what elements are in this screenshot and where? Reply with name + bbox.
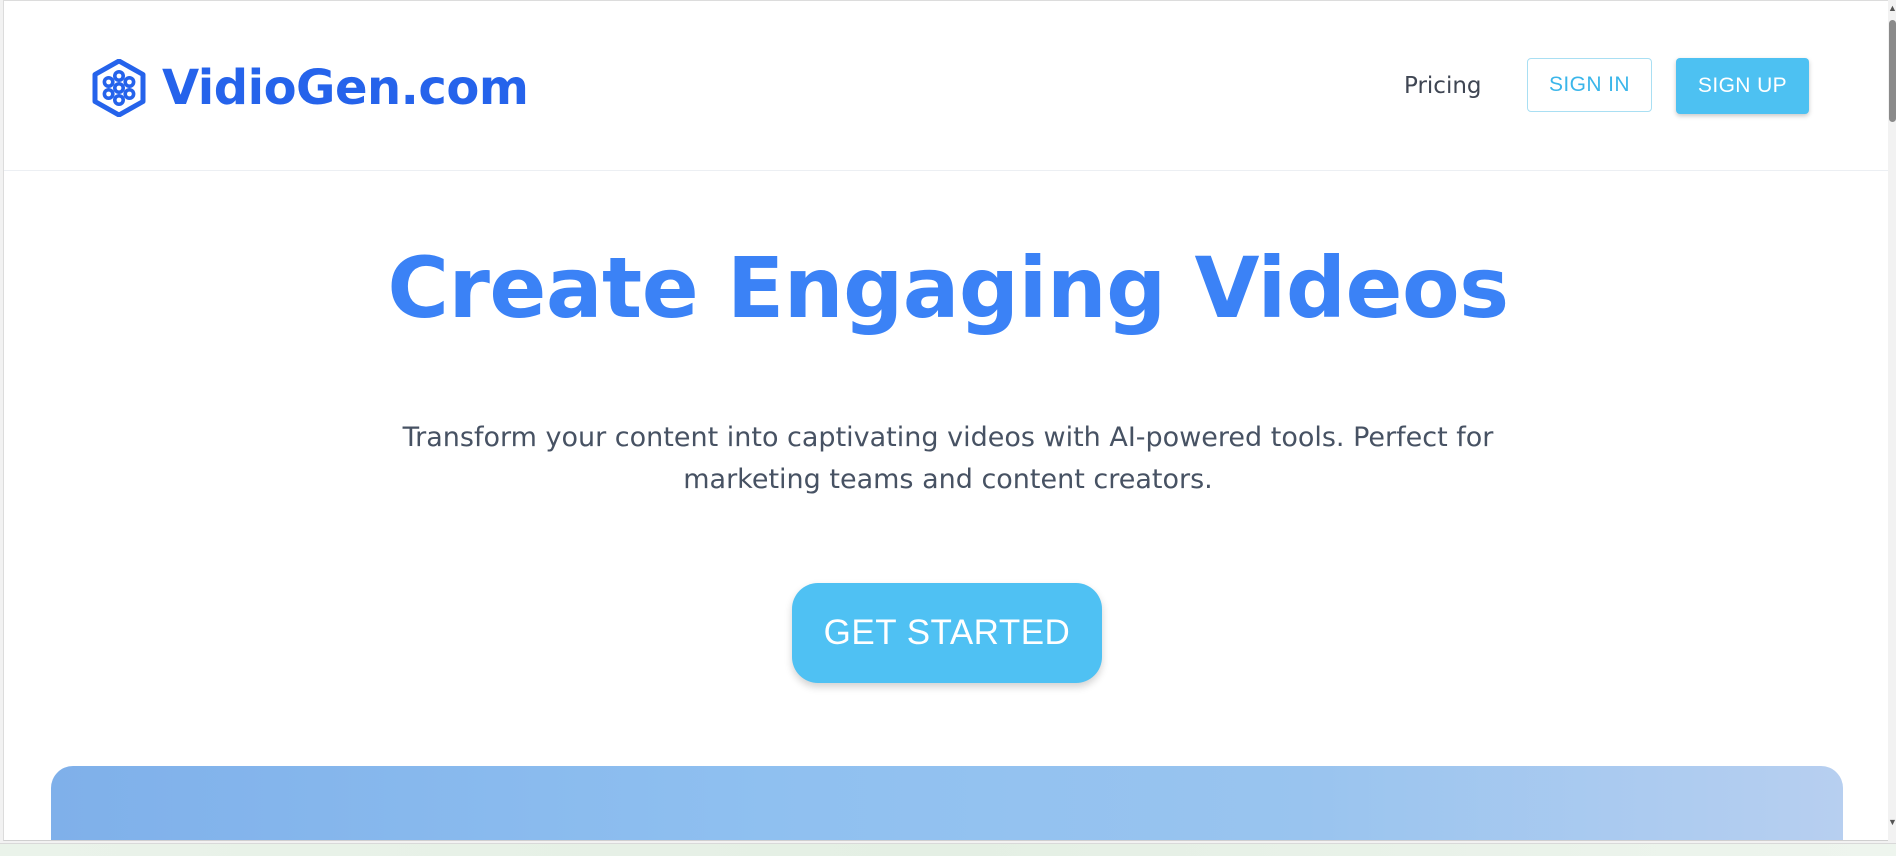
scroll-down-arrow-icon[interactable]: ▼ (1888, 816, 1896, 828)
scroll-up-arrow-icon[interactable]: ▲ (1888, 2, 1896, 14)
hexagon-flower-icon (92, 59, 146, 117)
sign-up-button[interactable]: SIGN UP (1676, 58, 1809, 114)
hero-subtitle: Transform your content into captivating … (402, 422, 1494, 495)
window-bottom-edge (0, 843, 1896, 856)
site-header: VidioGen.com Pricing SIGN IN SIGN UP (4, 1, 1890, 171)
hero-media-banner (51, 766, 1843, 840)
browser-viewport: VidioGen.com Pricing SIGN IN SIGN UP Cre… (3, 0, 1891, 841)
hero-title: Create Engaging Videos (387, 239, 1509, 337)
get-started-button[interactable]: GET STARTED (792, 583, 1102, 683)
page-scrollbar[interactable]: ▲ ▼ (1888, 0, 1896, 841)
brand-logo-link[interactable]: VidioGen.com (92, 55, 529, 121)
brand-name: VidioGen.com (162, 60, 529, 116)
sign-in-button[interactable]: SIGN IN (1527, 58, 1652, 112)
nav-pricing-link[interactable]: Pricing (1404, 73, 1482, 99)
scrollbar-thumb[interactable] (1889, 20, 1896, 122)
